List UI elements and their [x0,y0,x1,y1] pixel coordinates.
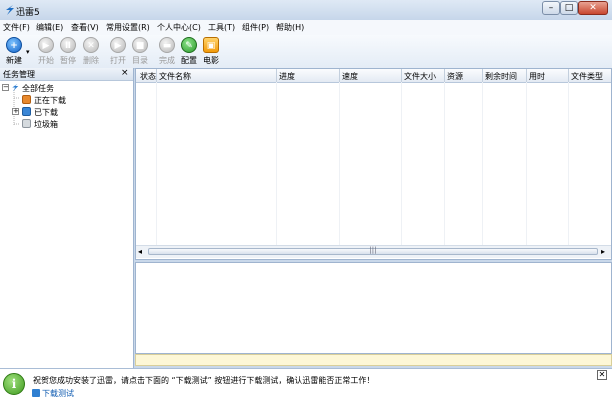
close-icon: ✕ [589,3,597,13]
column-divider[interactable] [444,69,445,82]
complete-icon: ▬ [159,37,175,53]
grid-line [401,82,402,245]
minimize-button[interactable]: – [542,1,560,15]
column-divider[interactable] [568,69,569,82]
column-filename[interactable]: 文件名称 [159,71,191,82]
grid-line [526,82,527,245]
scroll-left-icon[interactable]: ◂ [138,247,142,256]
column-elapsed[interactable]: 用时 [529,71,545,82]
new-icon: + [6,37,22,53]
task-detail-pane [135,262,612,354]
close-button[interactable]: ✕ [578,1,608,15]
grid-line [482,82,483,245]
grid-line [339,82,340,245]
column-divider[interactable] [401,69,402,82]
new-dropdown-icon[interactable]: ▾ [26,48,30,56]
menu-file[interactable]: 文件(F) [3,22,30,33]
menu-bar: 文件(F) 编辑(E) 查看(V) 常用设置(R) 个人中心(C) 工具(T) … [0,20,612,36]
downloading-icon [22,95,31,104]
menu-tools[interactable]: 工具(T) [208,22,235,33]
menu-personal[interactable]: 个人中心(C) [157,22,201,33]
menu-edit[interactable]: 编辑(E) [36,22,63,33]
grid-line [276,82,277,245]
download-test-link[interactable]: 下载测试 [42,388,74,399]
column-filesize[interactable]: 文件大小 [404,71,436,82]
column-divider[interactable] [276,69,277,82]
tree-collapse-icon[interactable]: − [2,84,9,91]
column-time-left[interactable]: 剩余时间 [485,71,517,82]
open-icon: ▶ [110,37,126,53]
new-task-button[interactable]: + 新建 [3,36,25,68]
task-manager-title: 任务管理 [3,70,35,79]
movie-label: 电影 [203,56,219,65]
task-list-header: 状态 文件名称 进度 速度 文件大小 资源 剩余时间 用时 文件类型 [136,69,611,83]
minimize-icon: – [548,3,554,13]
column-progress[interactable]: 进度 [279,71,295,82]
maximize-icon: □ [564,3,574,13]
menu-components[interactable]: 组件(P) [242,22,269,33]
column-status[interactable]: 状态 [140,71,156,82]
column-divider[interactable] [339,69,340,82]
delete-button[interactable]: ✕ 删除 [80,36,102,68]
directory-label: 目录 [132,56,148,65]
new-label: 新建 [6,56,22,65]
info-icon: i [3,373,25,395]
task-manager-panel: 任务管理 × − 全部任务 正在下载 + 已下载 垃圾箱 [0,68,134,368]
downloaded-icon [22,107,31,116]
notification-bar: i 祝贺您成功安装了迅雷，请点击下面的 “下载测试” 按钮进行下载测试，确认迅雷… [0,368,612,402]
tree-item-all-tasks[interactable]: 全部任务 [22,83,54,94]
config-icon: ✎ [181,37,197,53]
menu-settings[interactable]: 常用设置(R) [106,22,150,33]
grid-line [156,82,157,245]
menu-view[interactable]: 查看(V) [71,22,99,33]
scroll-thumb[interactable]: ||| [148,246,598,255]
tree-item-downloading[interactable]: 正在下载 [34,95,66,106]
window-title: 迅雷5 [16,8,40,18]
tree-item-downloaded[interactable]: 已下载 [34,107,58,118]
status-strip [135,354,612,366]
thunder-logo-icon [6,5,14,15]
column-divider[interactable] [526,69,527,82]
arrow-link-icon [32,389,40,397]
column-divider[interactable] [156,69,157,82]
play-icon: ▶ [38,37,54,53]
menu-help[interactable]: 帮助(H) [276,22,304,33]
all-tasks-icon [12,83,19,92]
column-speed[interactable]: 速度 [342,71,358,82]
movie-icon: ▣ [203,37,219,53]
column-resources[interactable]: 资源 [447,71,463,82]
folder-icon: ■ [132,37,148,53]
grid-line [444,82,445,245]
tree-expand-icon[interactable]: + [12,108,19,115]
trash-icon [22,119,31,128]
task-list[interactable]: 状态 文件名称 进度 速度 文件大小 资源 剩余时间 用时 文件类型 ◂ |||… [135,68,612,260]
movie-button[interactable]: ▣ 电影 [200,36,222,68]
grid-line [568,82,569,245]
delete-label: 删除 [83,56,99,65]
pause-icon: Ⅱ [60,37,76,53]
notification-close-icon[interactable]: ✕ [597,370,607,380]
delete-icon: ✕ [83,37,99,53]
notification-message: 祝贺您成功安装了迅雷，请点击下面的 “下载测试” 按钮进行下载测试，确认迅雷能否… [33,376,375,385]
horizontal-scrollbar[interactable]: ◂ ||| ▸ [136,245,611,258]
column-divider[interactable] [482,69,483,82]
scroll-grip-icon: ||| [369,246,377,254]
directory-button[interactable]: ■ 目录 [129,36,151,68]
tree-item-trash[interactable]: 垃圾箱 [34,119,58,130]
title-bar: 迅雷5 – □ ✕ [0,0,612,21]
toolbar: + 新建 ▾ ▶ 开始 Ⅱ 暂停 ✕ 删除 ▶ 打开 ■ 目录 ▬ 完成 ✎ 配… [0,35,612,69]
column-filetype[interactable]: 文件类型 [571,71,603,82]
scroll-right-icon[interactable]: ▸ [601,247,605,256]
maximize-button[interactable]: □ [560,1,578,15]
panel-close-icon[interactable]: × [121,68,129,78]
